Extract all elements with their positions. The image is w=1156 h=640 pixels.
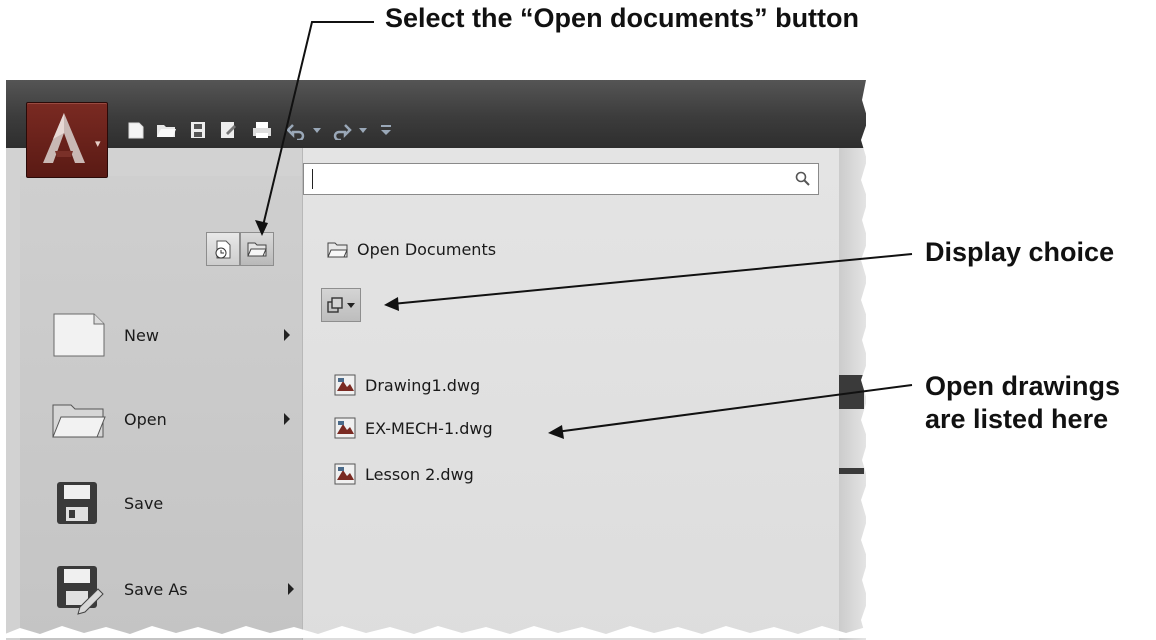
open-folder-large-icon (52, 404, 106, 438)
save-as-floppy-icon (57, 566, 104, 615)
callout-open-drawings: Open drawings are listed here (925, 370, 1120, 436)
menu-item-save-label: Save (124, 493, 164, 513)
new-file-icon[interactable] (124, 117, 148, 143)
dwg-file-icon (334, 463, 356, 485)
dwg-file-icon (334, 417, 356, 439)
chevron-down-icon (347, 303, 355, 308)
display-choice-dropdown[interactable] (321, 288, 361, 322)
callout-select-open-documents: Select the “Open documents” button (385, 3, 860, 33)
callout-display-choice: Display choice (925, 237, 1115, 267)
chevron-down-icon: ▾ (95, 137, 101, 150)
search-input[interactable] (303, 163, 819, 195)
open-documents-header-icon (327, 242, 348, 257)
undo-dropdown-icon[interactable] (310, 117, 324, 143)
print-icon[interactable] (250, 117, 274, 143)
menu-item-save[interactable]: Save (54, 476, 294, 530)
new-document-icon (53, 313, 105, 357)
save-icon[interactable] (186, 117, 210, 143)
open-folder-icon[interactable] (154, 117, 178, 143)
menu-item-save-as-label: Save As (124, 579, 188, 599)
open-documents-header-label: Open Documents (357, 240, 497, 259)
document-item[interactable]: Lesson 2.dwg (333, 462, 474, 486)
application-menu-button[interactable]: ▾ (26, 102, 108, 178)
background-bar (838, 375, 864, 409)
display-choice-icon (327, 297, 343, 313)
open-documents-button[interactable] (240, 232, 274, 266)
submenu-arrow-icon (284, 329, 290, 341)
menu-item-new[interactable]: New (50, 306, 290, 364)
menu-item-open-label: Open (124, 409, 167, 429)
document-item[interactable]: Drawing1.dwg (333, 373, 480, 397)
quick-access-toolbar (6, 80, 866, 148)
menu-item-new-label: New (124, 325, 159, 345)
recent-documents-button[interactable] (206, 232, 240, 266)
torn-edge-right (861, 80, 900, 638)
document-name: Lesson 2.dwg (365, 464, 474, 484)
document-item[interactable]: EX-MECH-1.dwg (333, 416, 493, 440)
menu-item-save-as[interactable]: Save As (54, 560, 294, 618)
background-bar (838, 468, 864, 474)
submenu-arrow-icon (284, 413, 290, 425)
application-logo-icon (43, 113, 85, 163)
callout-open-drawings-line1: Open drawings (925, 371, 1121, 401)
callout-open-drawings-line2: are listed here (925, 404, 1109, 434)
dwg-file-icon (334, 374, 356, 396)
document-name: Drawing1.dwg (365, 375, 481, 395)
menu-item-open[interactable]: Open (50, 390, 290, 448)
submenu-arrow-icon (288, 583, 294, 595)
application-menu-commands: New Open Save Save As (20, 176, 302, 640)
recent-documents-icon (215, 240, 231, 259)
save-as-icon[interactable] (216, 117, 240, 143)
search-icon[interactable] (794, 170, 812, 188)
customize-toolbar-icon[interactable] (378, 117, 394, 143)
redo-dropdown-icon[interactable] (356, 117, 370, 143)
redo-icon[interactable] (330, 117, 354, 143)
open-documents-pane: Open Documents Drawing1.dwg EX-MECH-1.dw… (302, 148, 839, 640)
application-window: ▾ New Open Save Save As Open Documents D… (6, 80, 866, 640)
open-documents-icon (247, 242, 267, 257)
document-name: EX-MECH-1.dwg (365, 418, 493, 438)
undo-icon[interactable] (284, 117, 308, 143)
save-floppy-icon (57, 482, 97, 524)
text-caret (312, 169, 313, 189)
open-documents-header: Open Documents (327, 240, 496, 259)
